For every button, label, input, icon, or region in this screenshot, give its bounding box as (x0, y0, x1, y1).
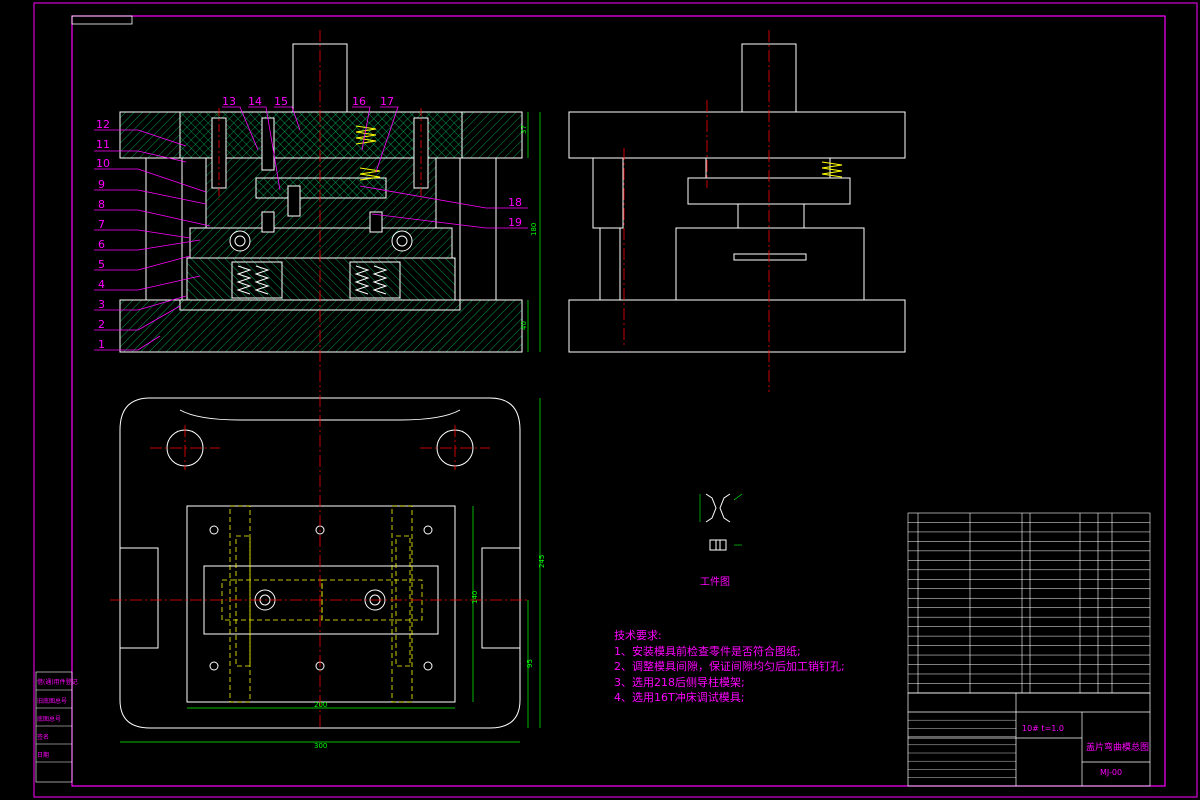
dim-plan-width-outer: 300 (314, 742, 327, 750)
tech-item-4: 4、选用16T冲床调试模具; (614, 691, 745, 704)
tech-item-1: 1、安装模具前检查零件是否符合图纸; (614, 644, 801, 658)
plan-view-hidden (221, 505, 423, 703)
left-stamp-row-3: 底图总号 (37, 716, 62, 723)
title-material-spec: 10# t=1.0 (1022, 724, 1064, 733)
part-drawing (705, 493, 731, 551)
balloon-9: 9 (98, 178, 105, 191)
corner-box (71, 15, 133, 25)
balloon-4: 4 (98, 278, 105, 291)
balloon-2: 2 (98, 318, 105, 331)
front-section-view: 37 180 40 (119, 30, 541, 392)
title-drawing-code: MJ-00 (1100, 768, 1123, 777)
part-drawing-caption: 工件图 (700, 577, 730, 588)
balloon-5: 5 (98, 258, 105, 271)
balloon-labels-right: 18 19 (508, 196, 522, 229)
balloon-18: 18 (508, 196, 522, 209)
balloon-3: 3 (98, 298, 105, 311)
tech-requirements: 技术要求: 1、安装模具前检查零件是否符合图纸; 2、调整模具间隙，保证间隙均匀… (614, 628, 845, 706)
balloon-1: 1 (98, 338, 105, 351)
balloon-labels-left: 12 11 10 9 8 7 6 5 4 3 2 1 (96, 118, 110, 351)
plan-dimensions (120, 398, 541, 743)
title-block-rows (908, 720, 1016, 778)
tech-item-2: 2、调整模具间隙，保证间隙均匀后加工销钉孔; (614, 660, 845, 673)
side-view (568, 43, 906, 353)
title-drawing-name: 盖片弯曲模总图 (1086, 743, 1150, 753)
balloon-11: 11 (96, 138, 110, 151)
left-stamp (35, 671, 73, 783)
balloon-19: 19 (508, 216, 522, 229)
cad-drawing: 37 180 40 12 11 10 9 8 7 6 5 4 3 2 1 13 … (33, 2, 1198, 798)
parts-list (907, 512, 1151, 694)
left-stamp-row-4: 签名 (37, 734, 50, 741)
balloon-6: 6 (98, 238, 105, 251)
dim-plan-width-inner: 200 (314, 701, 327, 709)
dim-front-bottom: 40 (520, 321, 528, 330)
dim-front-total: 180 (530, 223, 538, 236)
left-stamp-row-1: 借(通)用件登记 (37, 679, 78, 686)
balloon-17: 17 (380, 95, 394, 108)
balloon-13: 13 (222, 95, 236, 108)
balloon-14: 14 (248, 95, 262, 108)
balloon-12: 12 (96, 118, 110, 131)
parts-list-rows (908, 522, 1150, 694)
balloon-15: 15 (274, 95, 288, 108)
left-stamp-row-2: 旧底图总号 (37, 698, 68, 705)
tech-item-3: 3、选用218后侧导柱模架; (614, 675, 745, 689)
balloon-16: 16 (352, 95, 366, 108)
dim-plan-height-inner: 140 (471, 591, 479, 604)
dim-plan-height-small: 95 (526, 659, 534, 668)
dim-plan-height-outer: 245 (538, 555, 546, 568)
left-stamp-row-5: 日期 (37, 752, 50, 759)
side-view-centers (623, 30, 770, 392)
balloon-8: 8 (98, 198, 105, 211)
balloon-10: 10 (96, 157, 110, 170)
tech-heading: 技术要求: (614, 629, 662, 642)
balloon-7: 7 (98, 218, 105, 231)
plan-view-centers (110, 395, 530, 730)
dim-front-top: 37 (520, 125, 528, 134)
balloon-labels-top: 13 14 15 16 17 (222, 95, 394, 108)
